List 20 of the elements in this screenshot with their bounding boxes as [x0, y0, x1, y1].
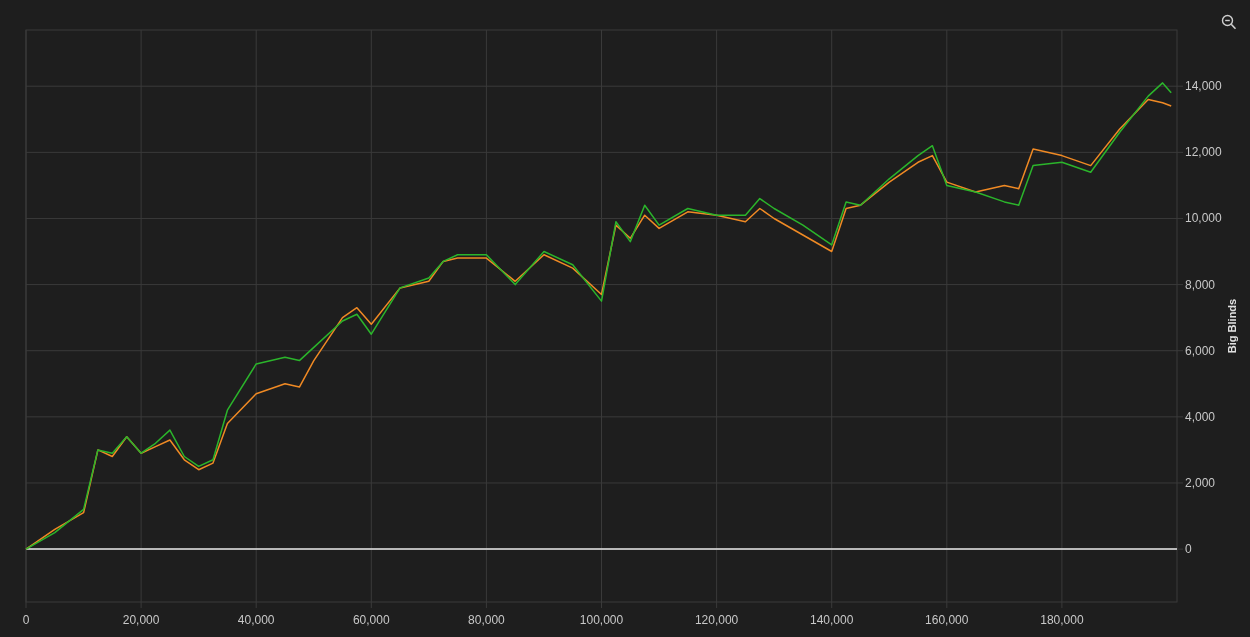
x-tick-label: 120,000	[694, 613, 739, 627]
y-tick-label: 10,000	[1185, 211, 1222, 226]
x-tick-label: 60,000	[352, 613, 390, 627]
y-tick-label: 14,000	[1185, 79, 1222, 94]
y-tick-label: 2,000	[1185, 475, 1216, 490]
x-tick-label: 140,000	[810, 613, 854, 627]
y-tick-label: 12,000	[1185, 145, 1222, 160]
y-tick-label: 6,000	[1185, 343, 1216, 358]
x-tick-label: 20,000	[122, 613, 160, 627]
zoom-out-icon[interactable]	[1221, 14, 1237, 31]
y-tick-label: 0	[1185, 542, 1192, 557]
x-tick-label: 100,000	[579, 613, 624, 627]
x-tick-label: 80,000	[468, 613, 505, 627]
x-tick-label: 160,000	[925, 613, 969, 627]
y-tick-label: 8,000	[1185, 277, 1216, 292]
y-tick-label: 4,000	[1185, 409, 1216, 424]
y-axis-title: Big Blinds	[1226, 298, 1238, 354]
x-tick-label: 180,000	[1040, 613, 1084, 627]
x-tick-label: 0	[22, 613, 30, 627]
x-tick-label: 40,000	[237, 613, 275, 627]
